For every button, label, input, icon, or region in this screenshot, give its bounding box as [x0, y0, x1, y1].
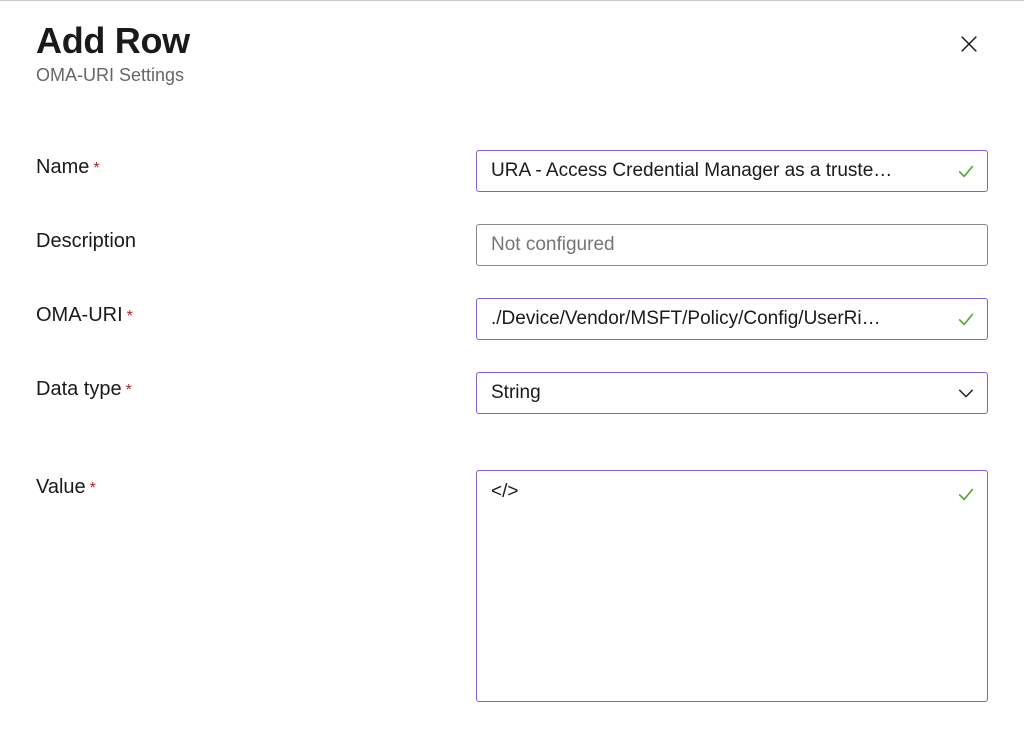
input-col: </> [476, 470, 988, 702]
form: Name* Description [36, 150, 988, 702]
close-icon [958, 43, 980, 58]
description-label: Description [36, 230, 136, 252]
form-row-datatype: Data type* String [36, 372, 988, 414]
description-input-wrap [476, 224, 988, 266]
required-marker: * [90, 480, 96, 497]
name-input[interactable] [491, 160, 943, 182]
label-col: Name* [36, 150, 476, 179]
value-textarea[interactable]: </> [476, 470, 988, 702]
required-marker: * [93, 160, 99, 177]
value-label: Value [36, 476, 86, 498]
name-label: Name [36, 156, 89, 178]
checkmark-icon [957, 485, 975, 503]
form-row-value: Value* </> [36, 470, 988, 702]
input-col [476, 150, 988, 192]
required-marker: * [127, 308, 133, 325]
label-col: Data type* [36, 372, 476, 401]
checkmark-icon [957, 162, 975, 180]
close-button[interactable] [950, 25, 988, 66]
datatype-select[interactable]: String [476, 372, 988, 414]
form-row-description: Description [36, 224, 988, 266]
input-col [476, 298, 988, 340]
panel-header: Add Row OMA-URI Settings [36, 21, 988, 86]
checkmark-icon [957, 310, 975, 328]
required-marker: * [126, 382, 132, 399]
chevron-down-icon [957, 387, 975, 399]
value-content: </> [491, 481, 518, 502]
panel-title: Add Row [36, 21, 190, 61]
header-titles: Add Row OMA-URI Settings [36, 21, 190, 86]
panel-subtitle: OMA-URI Settings [36, 65, 190, 86]
name-input-wrap [476, 150, 988, 192]
datatype-selected-value: String [491, 382, 541, 404]
add-row-panel: Add Row OMA-URI Settings Name* [0, 1, 1024, 702]
form-row-omauri: OMA-URI* [36, 298, 988, 340]
description-input[interactable] [491, 234, 943, 256]
form-row-name: Name* [36, 150, 988, 192]
omauri-input[interactable] [491, 308, 943, 330]
omauri-input-wrap [476, 298, 988, 340]
omauri-label: OMA-URI [36, 304, 123, 326]
datatype-label: Data type [36, 378, 122, 400]
label-col: Description [36, 224, 476, 253]
input-col: String [476, 372, 988, 414]
input-col [476, 224, 988, 266]
label-col: Value* [36, 470, 476, 499]
label-col: OMA-URI* [36, 298, 476, 327]
